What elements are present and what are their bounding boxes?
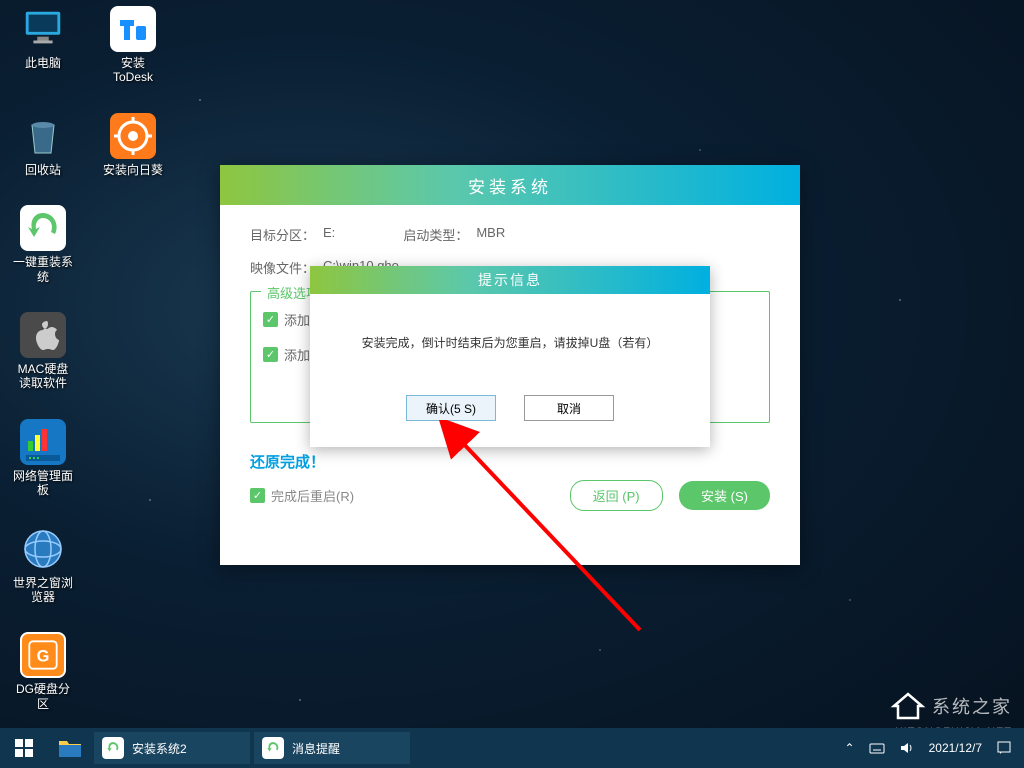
icon-label: 世界之窗浏览器 (12, 576, 74, 605)
notification-icon[interactable] (996, 740, 1012, 756)
restore-complete-text: 还原完成！ (250, 451, 770, 472)
desktop-icon-reinstall[interactable]: 一键重装系统 (12, 205, 74, 284)
tray-datetime[interactable]: 2021/12/7 (929, 741, 982, 755)
cancel-button[interactable]: 取消 (524, 395, 614, 421)
desktop-icon-dg-partition[interactable]: G DG硬盘分区 (12, 632, 74, 711)
desktop-icon-browser[interactable]: 世界之窗浏览器 (12, 526, 74, 605)
icon-label: 此电脑 (25, 56, 61, 70)
message-mini-icon (262, 737, 284, 759)
target-partition-label: 目标分区： (250, 225, 315, 244)
keyboard-icon[interactable] (869, 740, 885, 756)
watermark: 系统之家 XITONGZHIJIA.NET (890, 688, 1012, 724)
taskbar-task-installer[interactable]: 安装系统2 (94, 732, 250, 764)
system-tray: ⌃ 2021/12/7 (845, 740, 1024, 756)
taskbar: 安装系统2 消息提醒 ⌃ 2021/12/7 (0, 728, 1024, 768)
desktop-icon-network-mgmt[interactable]: 网络管理面板 (12, 419, 74, 498)
install-button[interactable]: 安装 (S) (679, 481, 770, 510)
globe-icon (20, 526, 66, 572)
network-icon (20, 419, 66, 465)
svg-text:G: G (37, 648, 50, 666)
dialog-title: 提示信息 (310, 266, 710, 294)
dg-icon: G (20, 632, 66, 678)
start-button[interactable] (0, 728, 48, 768)
boot-type-label: 启动类型： (403, 225, 468, 244)
confirm-button[interactable]: 确认(5 S) (406, 395, 496, 421)
house-icon (890, 688, 926, 724)
restart-after-checkbox[interactable]: ✓ 完成后重启(R) (250, 486, 354, 505)
task-label: 安装系统2 (132, 740, 187, 757)
boot-type-value: MBR (476, 225, 505, 244)
back-button[interactable]: 返回 (P) (570, 480, 663, 511)
reinstall-icon (20, 205, 66, 251)
icon-label: MAC硬盘读取软件 (12, 362, 74, 391)
image-file-label: 映像文件： (250, 258, 315, 277)
icon-label: 安装向日葵 (103, 163, 163, 177)
trash-icon (20, 113, 66, 159)
sunflower-icon (110, 113, 156, 159)
watermark-text: 系统之家 (932, 693, 1012, 719)
todesk-icon (110, 6, 156, 52)
target-partition-value: E: (323, 225, 335, 244)
check-icon: ✓ (263, 312, 278, 327)
volume-icon[interactable] (899, 740, 915, 756)
windows-icon (15, 739, 33, 757)
apple-icon (20, 312, 66, 358)
dialog-message: 安装完成，倒计时结束后为您重启，请拔掉U盘（若有） (330, 334, 690, 351)
monitor-icon (20, 6, 66, 52)
taskbar-task-message[interactable]: 消息提醒 (254, 732, 410, 764)
tray-chevron-icon[interactable]: ⌃ (845, 741, 855, 755)
desktop-icon-todesk[interactable]: 安装ToDesk (102, 6, 164, 85)
desktop-icon-sunflower[interactable]: 安装向日葵 (102, 113, 164, 177)
check-icon: ✓ (263, 347, 278, 362)
icon-label: 安装ToDesk (102, 56, 164, 85)
check-icon: ✓ (250, 488, 265, 503)
desktop-icon-this-pc[interactable]: 此电脑 (12, 6, 74, 85)
task-label: 消息提醒 (292, 740, 340, 757)
desktop-icon-recycle-bin[interactable]: 回收站 (12, 113, 74, 177)
icon-label: 网络管理面板 (12, 469, 74, 498)
target-partition-row: 目标分区： E: 启动类型： MBR (250, 225, 770, 244)
desktop-icons: 此电脑 安装ToDesk 回收站 安装向日葵 一键重装系统 (12, 6, 164, 711)
taskbar-explorer[interactable] (48, 728, 92, 768)
confirm-dialog: 提示信息 安装完成，倒计时结束后为您重启，请拔掉U盘（若有） 确认(5 S) 取… (310, 266, 710, 447)
icon-label: DG硬盘分区 (12, 682, 74, 711)
installer-mini-icon (102, 737, 124, 759)
restart-label: 完成后重启(R) (271, 486, 354, 505)
installer-title: 安装系统 (220, 165, 800, 205)
icon-label: 一键重装系统 (12, 255, 74, 284)
icon-label: 回收站 (25, 163, 61, 177)
folder-icon (58, 737, 82, 759)
desktop-icon-mac-disk[interactable]: MAC硬盘读取软件 (12, 312, 74, 391)
